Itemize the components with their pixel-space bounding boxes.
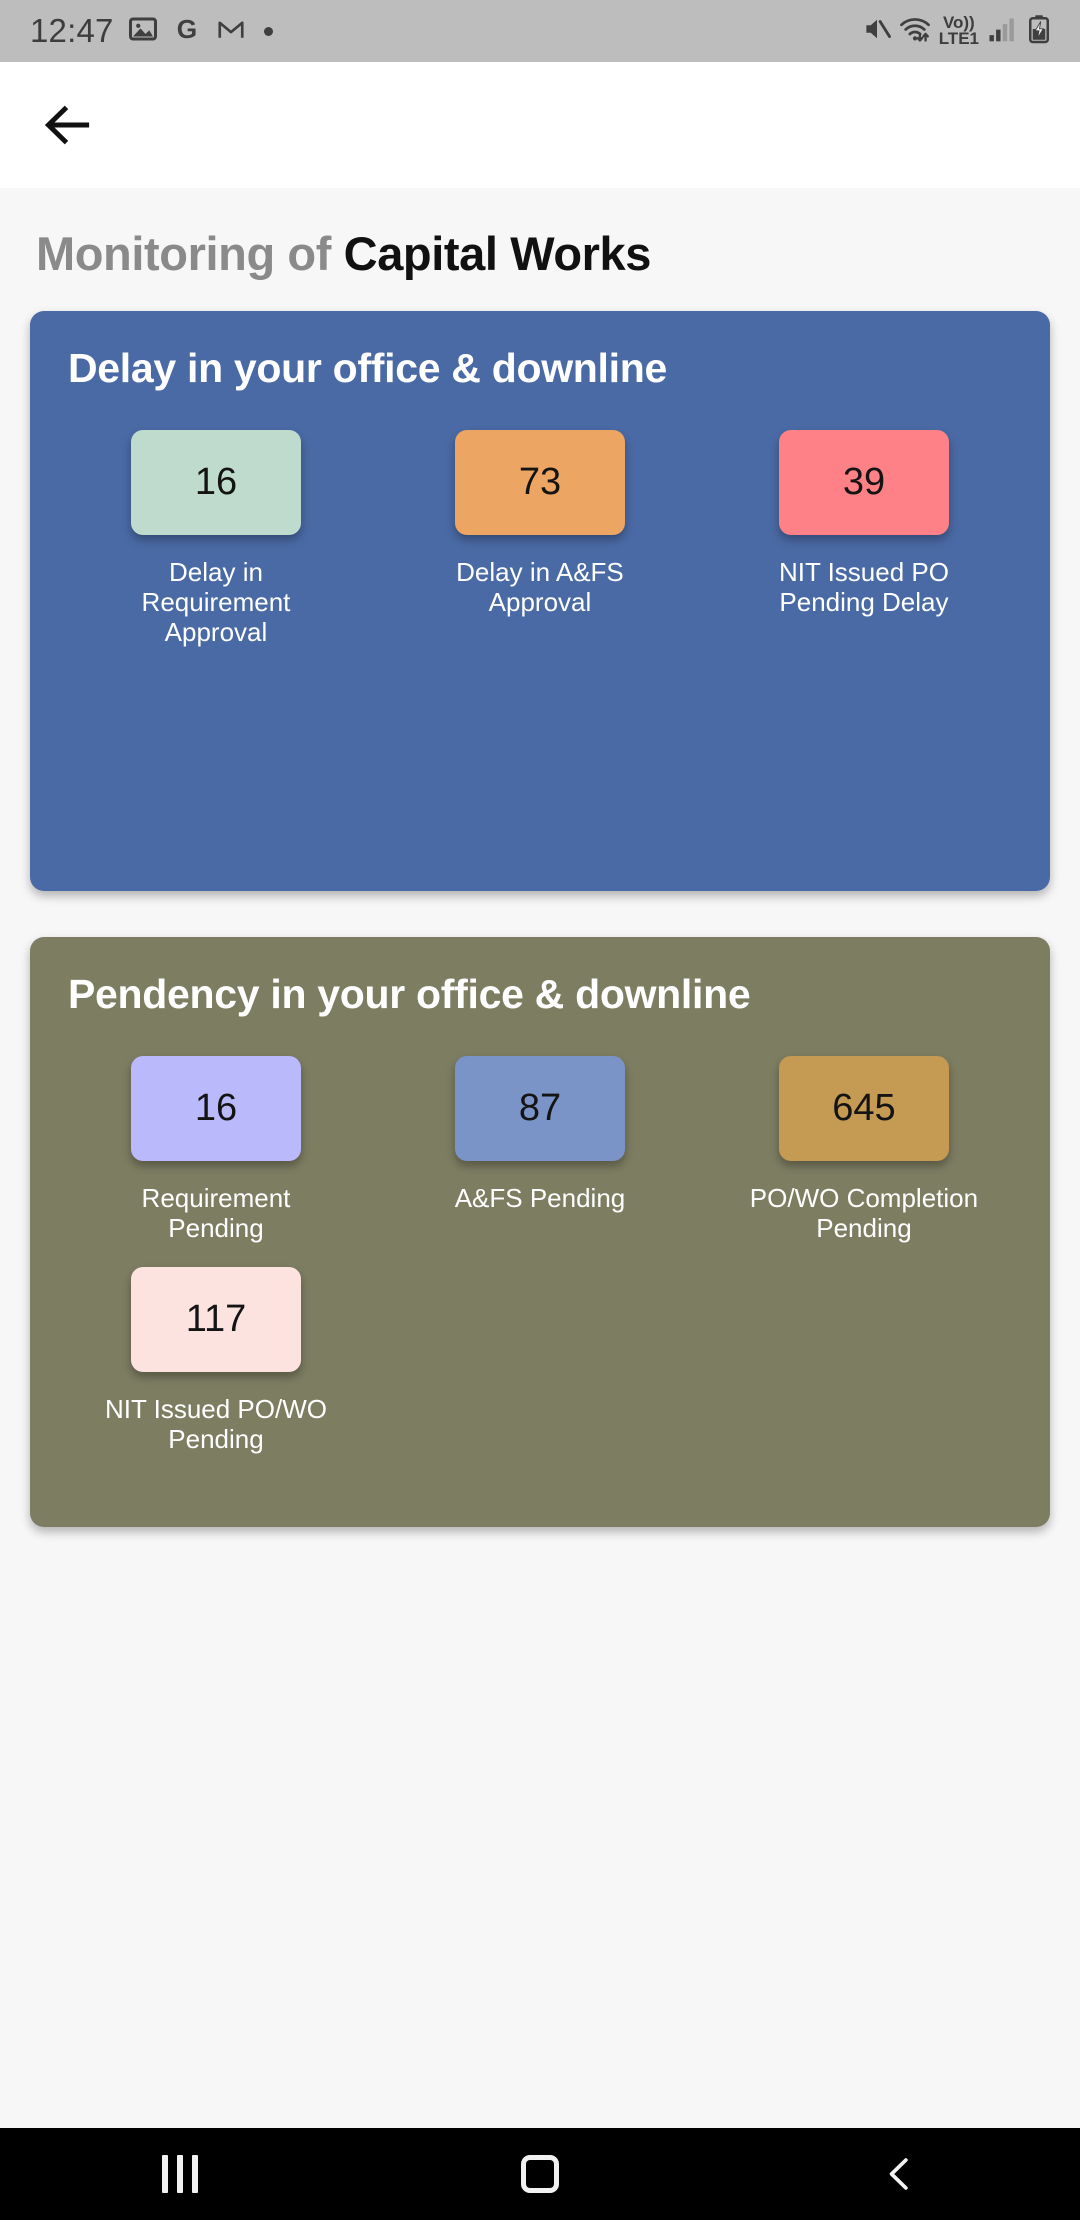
tile-value: 645: [832, 1087, 896, 1129]
dot-icon: [263, 26, 273, 36]
back-button[interactable]: [36, 93, 100, 157]
card-delay-title: Delay in your office & downline: [68, 345, 667, 391]
tile-label: A&FS Pending: [454, 1183, 626, 1213]
tile-value: 39: [842, 461, 886, 503]
card-pendency-title: Pendency in your office & downline: [68, 971, 751, 1017]
tile-label: Delay in Requirement Approval: [141, 557, 291, 648]
recents-button[interactable]: [120, 2128, 240, 2220]
tile-box[interactable]: 16: [130, 1056, 301, 1161]
tile-label: Requirement Pending: [141, 1183, 291, 1244]
status-bar-left: 12:47 G: [30, 12, 273, 50]
home-icon: [521, 2155, 559, 2193]
metric-tile-requirement-pending[interactable]: 16 Requirement Pending: [54, 1056, 378, 1243]
metric-tile-po-wo-completion-pending[interactable]: 645 PO/WO Completion Pending: [702, 1056, 1026, 1243]
system-back-button[interactable]: [840, 2128, 960, 2220]
arrow-left-icon: [44, 105, 90, 145]
tile-box[interactable]: 16: [130, 430, 301, 535]
app-bar: [0, 62, 1080, 188]
page-title-light: Monitoring of: [36, 227, 331, 280]
gmail-icon: [216, 14, 246, 49]
chevron-left-icon: [889, 2158, 908, 2190]
card-pendency-tile-grid: 16 Requirement Pending 87 A&FS Pending 6…: [54, 1018, 1026, 1479]
system-nav-bar: [0, 2128, 1080, 2220]
tile-value: 16: [194, 1087, 238, 1129]
tile-box[interactable]: 73: [454, 430, 625, 535]
tile-label: NIT Issued PO Pending Delay: [778, 557, 949, 618]
svg-text:G: G: [176, 14, 196, 44]
wifi-icon: [899, 14, 931, 49]
card-delay-tile-grid: 16 Delay in Requirement Approval 73 Dela…: [54, 392, 1026, 671]
status-clock: 12:47: [30, 12, 114, 49]
metric-tile-delay-requirement-approval[interactable]: 16 Delay in Requirement Approval: [54, 430, 378, 647]
page-title-bold: Capital Works: [343, 227, 652, 280]
metric-tile-nit-issued-po-wo-pending[interactable]: 117 NIT Issued PO/WO Pending: [54, 1267, 378, 1454]
tile-box[interactable]: 87: [454, 1056, 625, 1161]
tile-value: 117: [185, 1298, 247, 1341]
signal-icon: [987, 14, 1019, 49]
recents-icon: [162, 2155, 198, 2193]
home-button[interactable]: [480, 2128, 600, 2220]
metric-tile-nit-issued-po-pending-delay[interactable]: 39 NIT Issued PO Pending Delay: [702, 430, 1026, 647]
google-icon: G: [172, 13, 202, 49]
mute-icon: [862, 14, 892, 49]
card-pendency: Pendency in your office & downline 16 Re…: [30, 937, 1050, 1527]
tile-label: NIT Issued PO/WO Pending: [104, 1394, 327, 1455]
tile-label: Delay in A&FS Approval: [456, 557, 624, 618]
tile-value: 16: [194, 461, 238, 503]
status-bar: 12:47 G Vo)) LTE1: [0, 0, 1080, 62]
volte-label-bottom: LTE1: [938, 29, 979, 48]
card-delay: Delay in your office & downline 16 Delay…: [30, 311, 1050, 891]
tile-box[interactable]: 117: [130, 1267, 301, 1373]
photos-icon: [128, 14, 158, 49]
metric-tile-afs-pending[interactable]: 87 A&FS Pending: [378, 1056, 702, 1243]
page-title: Monitoring of Capital Works: [30, 188, 1050, 311]
page-content: Monitoring of Capital Works Delay in you…: [0, 188, 1080, 2128]
tile-value: 87: [518, 1087, 562, 1129]
battery-charging-icon: [1026, 14, 1052, 49]
tile-value: 73: [518, 461, 562, 503]
tile-box[interactable]: 39: [778, 430, 949, 535]
tile-box[interactable]: 645: [778, 1056, 949, 1161]
phone-screen: 12:47 G Vo)) LTE1 Monitoring of Capital …: [0, 0, 1080, 2220]
metric-tile-delay-afs-approval[interactable]: 73 Delay in A&FS Approval: [378, 430, 702, 647]
tile-label: PO/WO Completion Pending: [749, 1183, 979, 1244]
status-bar-right: Vo)) LTE1: [862, 14, 1052, 49]
volte-icon: Vo)) LTE1: [938, 14, 979, 48]
